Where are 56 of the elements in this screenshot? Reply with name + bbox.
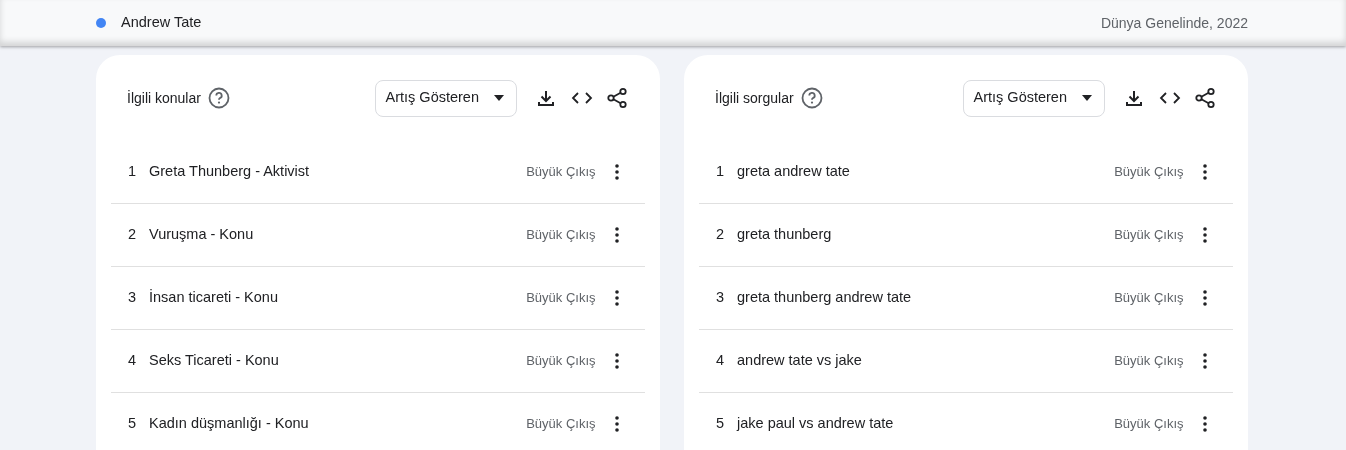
item-label[interactable]: greta andrew tate [737, 161, 1115, 183]
rank-number: 4 [128, 351, 138, 371]
help-icon[interactable] [208, 87, 231, 109]
item-value: Büyük Çıkış [1114, 352, 1184, 371]
rank-number: 3 [716, 288, 726, 308]
item-label[interactable]: Kadın düşmanlığı - Konu [149, 413, 527, 435]
filter-dropdown[interactable]: Artış Gösteren [374, 79, 517, 117]
embed-icon[interactable] [1158, 90, 1181, 106]
more-icon[interactable] [1203, 290, 1207, 306]
item-value: Büyük Çıkış [526, 163, 596, 182]
download-icon[interactable] [1124, 88, 1144, 108]
item-value: Büyük Çıkış [1114, 226, 1184, 245]
more-icon[interactable] [615, 353, 619, 369]
item-value: Büyük Çıkış [526, 226, 596, 245]
item-label[interactable]: Seks Ticareti - Konu [149, 350, 527, 372]
caret-icon [494, 95, 504, 101]
share-icon[interactable] [606, 87, 628, 109]
panel-title: İlgili sorgular [715, 88, 794, 108]
rank-number: 5 [716, 414, 726, 434]
item-value: Büyük Çıkış [526, 352, 596, 371]
download-icon[interactable] [536, 88, 556, 108]
more-icon[interactable] [1203, 164, 1207, 180]
item-label[interactable]: jake paul vs andrew tate [737, 413, 1115, 435]
item-value: Büyük Çıkış [526, 289, 596, 308]
more-icon[interactable] [615, 227, 619, 243]
item-label[interactable]: Greta Thunberg - Aktivist [149, 161, 527, 183]
embed-icon[interactable] [570, 90, 593, 106]
more-icon[interactable] [615, 164, 619, 180]
more-icon[interactable] [1203, 353, 1207, 369]
rank-number: 3 [128, 288, 138, 308]
item-label[interactable]: greta thunberg [737, 224, 1115, 246]
rank-number: 1 [128, 162, 138, 182]
share-icon[interactable] [1194, 87, 1216, 109]
item-label[interactable]: andrew tate vs jake [737, 350, 1115, 372]
help-icon[interactable] [801, 87, 824, 109]
rank-number: 2 [716, 225, 726, 245]
item-value: Büyük Çıkış [1114, 163, 1184, 182]
caret-icon [1082, 95, 1092, 101]
item-value: Büyük Çıkış [526, 415, 596, 434]
filter-dropdown[interactable]: Artış Gösteren [962, 79, 1105, 117]
item-label[interactable]: Vuruşma - Konu [149, 224, 527, 246]
panel-title: İlgili konular [127, 88, 201, 108]
more-icon[interactable] [615, 290, 619, 306]
item-label[interactable]: İnsan ticareti - Konu [149, 287, 527, 309]
rank-number: 2 [128, 225, 138, 245]
rank-number: 5 [128, 414, 138, 434]
more-icon[interactable] [1203, 416, 1207, 432]
rank-number: 1 [716, 162, 726, 182]
series-name: Andrew Tate [121, 13, 202, 33]
item-value: Büyük Çıkış [1114, 289, 1184, 308]
item-value: Büyük Çıkış [1114, 415, 1184, 434]
item-label[interactable]: greta thunberg andrew tate [737, 287, 1115, 309]
rank-number: 4 [716, 351, 726, 371]
more-icon[interactable] [615, 416, 619, 432]
region-period: Dünya Genelinde, 2022 [1100, 13, 1248, 33]
more-icon[interactable] [1203, 227, 1207, 243]
